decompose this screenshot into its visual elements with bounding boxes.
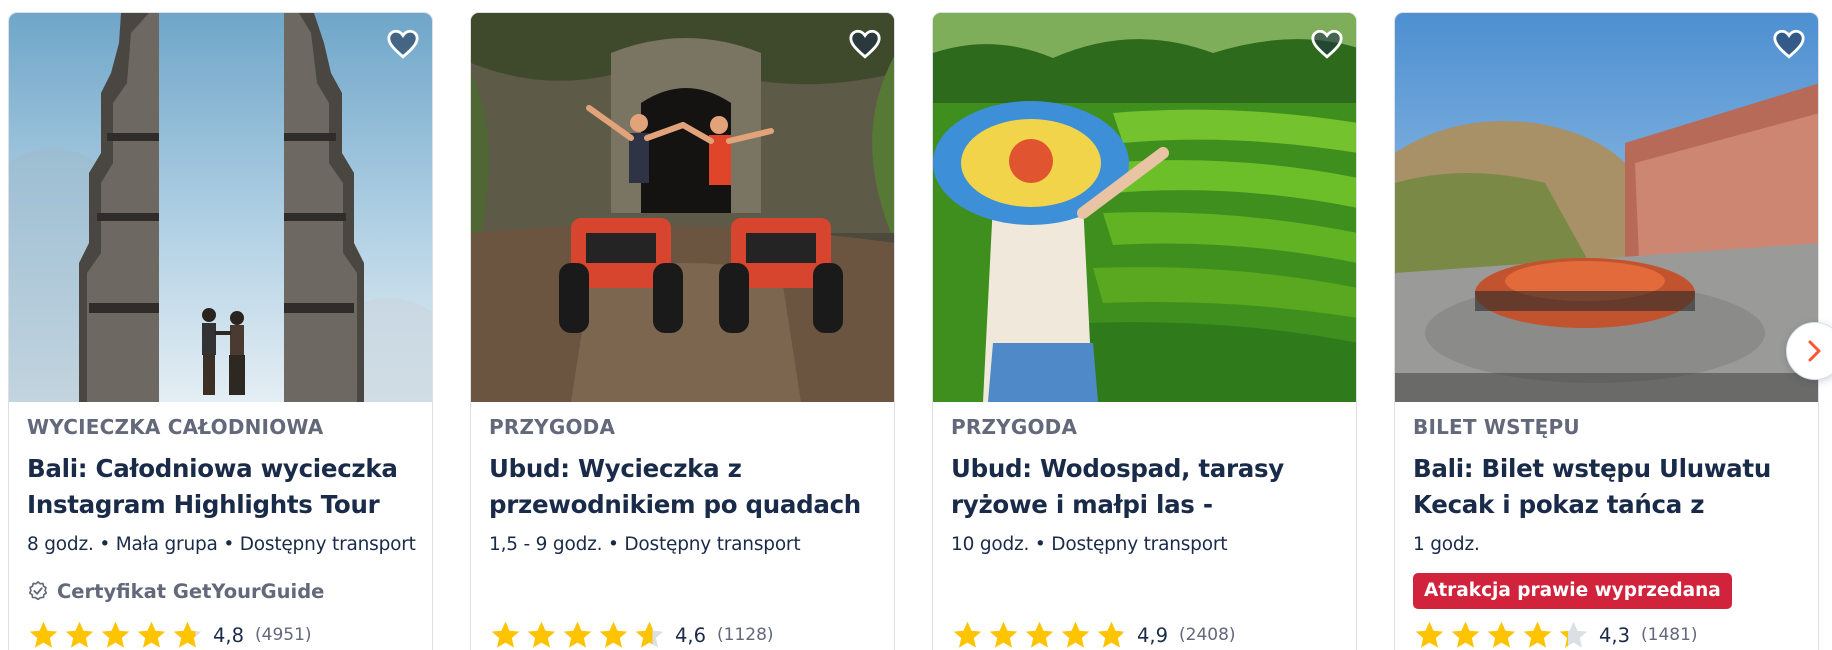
star-icon <box>1097 621 1126 648</box>
rating-score: 4,9 <box>1137 623 1169 647</box>
rating-score: 4,8 <box>213 623 245 647</box>
review-count: (4951) <box>255 625 312 645</box>
heart-icon <box>387 29 419 59</box>
star-icon <box>527 621 556 648</box>
star-icon <box>1523 621 1552 648</box>
star-icon <box>137 621 166 648</box>
activity-card[interactable]: PRZYGODA Ubud: Wodospad, tarasy ryżowe i… <box>932 12 1357 650</box>
star-icon <box>1061 621 1090 648</box>
activity-card[interactable]: WYCIECZKA CAŁODNIOWA Bali: Całodniowa wy… <box>8 12 433 650</box>
rating-score: 4,3 <box>1599 623 1631 647</box>
rating: 4,8 (4951) <box>27 619 312 650</box>
review-count: (1128) <box>717 625 774 645</box>
heart-icon <box>1311 29 1343 59</box>
chevron-right-icon <box>1808 340 1821 362</box>
activity-title[interactable]: Bali: Bilet wstępu Uluwatu Kecak i pokaz… <box>1413 451 1804 523</box>
star-icon <box>989 621 1018 648</box>
star-icon <box>173 621 202 648</box>
activity-title[interactable]: Bali: Całodniowa wycieczka Instagram Hig… <box>27 451 418 523</box>
star-icon <box>65 621 94 648</box>
card-body: BILET WSTĘPU Bali: Bilet wstępu Uluwatu … <box>1413 415 1804 648</box>
activity-category: PRZYGODA <box>951 415 1078 439</box>
star-icon <box>1487 621 1516 648</box>
star-icon <box>1559 621 1588 648</box>
rating: 4,3 (1481) <box>1413 619 1698 650</box>
card-body: PRZYGODA Ubud: Wodospad, tarasy ryżowe i… <box>951 415 1342 648</box>
star-icon <box>1025 621 1054 648</box>
star-icon <box>491 621 520 648</box>
activity-image[interactable] <box>9 13 432 402</box>
activity-title[interactable]: Ubud: Wycieczka z przewodnikiem po quada… <box>489 451 880 523</box>
rating-stars <box>1413 619 1590 650</box>
star-icon <box>29 621 58 648</box>
star-icon <box>563 621 592 648</box>
wishlist-button[interactable] <box>844 23 886 65</box>
certificate-text: Certyfikat GetYourGuide <box>57 579 325 603</box>
review-count: (2408) <box>1179 625 1236 645</box>
rating-stars <box>27 619 204 650</box>
heart-icon <box>849 29 881 59</box>
activity-title[interactable]: Ubud: Wodospad, tarasy ryżowe i małpi la… <box>951 451 1342 523</box>
rating: 4,6 (1128) <box>489 619 774 650</box>
star-icon <box>953 621 982 648</box>
activity-image[interactable] <box>471 13 894 402</box>
card-body: WYCIECZKA CAŁODNIOWA Bali: Całodniowa wy… <box>27 415 418 648</box>
activity-category: PRZYGODA <box>489 415 616 439</box>
activity-image[interactable] <box>1395 13 1818 402</box>
activity-card[interactable]: PRZYGODA Ubud: Wycieczka z przewodnikiem… <box>470 12 895 650</box>
star-icon <box>599 621 628 648</box>
availability-badge: Atrakcja prawie wyprzedana <box>1413 573 1732 609</box>
activity-image[interactable] <box>933 13 1356 402</box>
activity-details: 1,5 - 9 godz. • Dostępny transport <box>489 534 801 555</box>
activity-details: 8 godz. • Mała grupa • Dostępny transpor… <box>27 534 416 555</box>
rating-stars <box>489 619 666 650</box>
wishlist-button[interactable] <box>1306 23 1348 65</box>
star-icon <box>101 621 130 648</box>
activity-carousel: WYCIECZKA CAŁODNIOWA Bali: Całodniowa wy… <box>8 12 1832 650</box>
activity-details: 1 godz. <box>1413 534 1480 555</box>
certified-badge-icon <box>28 581 48 601</box>
wishlist-button[interactable] <box>1768 23 1810 65</box>
star-icon <box>1451 621 1480 648</box>
card-body: PRZYGODA Ubud: Wycieczka z przewodnikiem… <box>489 415 880 648</box>
activity-card[interactable]: BILET WSTĘPU Bali: Bilet wstępu Uluwatu … <box>1394 12 1819 650</box>
star-icon <box>1415 621 1444 648</box>
rating-stars <box>951 619 1128 650</box>
activity-details: 10 godz. • Dostępny transport <box>951 534 1228 555</box>
rating-score: 4,6 <box>675 623 707 647</box>
star-icon <box>635 621 664 648</box>
heart-icon <box>1773 29 1805 59</box>
certificate-label: Certyfikat GetYourGuide <box>27 580 324 603</box>
wishlist-button[interactable] <box>382 23 424 65</box>
review-count: (1481) <box>1641 625 1698 645</box>
activity-category: BILET WSTĘPU <box>1413 415 1580 439</box>
rating: 4,9 (2408) <box>951 619 1236 650</box>
activity-category: WYCIECZKA CAŁODNIOWA <box>27 415 324 439</box>
